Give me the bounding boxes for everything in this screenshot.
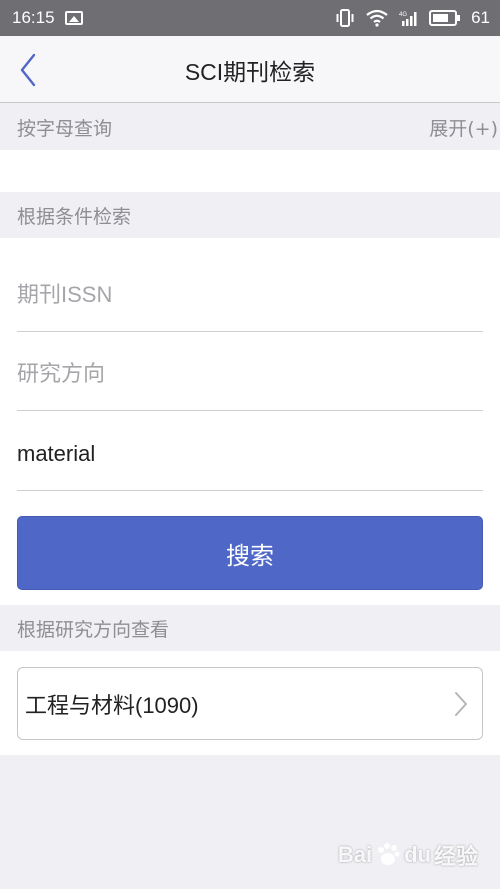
svg-text:4G: 4G <box>399 12 407 18</box>
letter-index-area <box>0 150 500 192</box>
issn-input[interactable] <box>17 253 483 331</box>
keyword-input[interactable] <box>17 412 483 490</box>
expand-button[interactable]: 展开(+) <box>429 114 500 141</box>
research-direction-field-wrap <box>17 332 483 411</box>
battery-icon <box>429 10 461 26</box>
status-bar-right: 4G 61 <box>335 8 490 28</box>
status-time: 16:15 <box>12 8 55 27</box>
baidu-watermark: Bai du 经验 <box>338 839 478 871</box>
chevron-right-icon <box>455 691 467 716</box>
watermark-brand: Bai <box>337 842 373 867</box>
page-title: SCI期刊检索 <box>184 58 316 85</box>
battery-level: 61 <box>471 8 490 27</box>
keyword-field-wrap <box>17 412 483 491</box>
paw-icon <box>378 843 400 865</box>
section-label: 根据研究方向查看 <box>17 618 170 641</box>
research-direction-input[interactable] <box>17 332 483 410</box>
category-label: 工程与材料(1090) <box>25 692 199 718</box>
category-item-engineering-materials[interactable]: 工程与材料(1090) <box>17 667 483 740</box>
vibrate-icon <box>336 9 354 27</box>
nav-bar: SCI期刊检索 <box>0 36 500 103</box>
watermark-brand-suffix: du <box>404 842 431 867</box>
status-bar-left: 16:15 <box>12 8 83 28</box>
search-button[interactable]: 搜索 <box>17 516 483 590</box>
section-label: 按字母查询 <box>17 117 113 140</box>
wifi-icon <box>366 9 388 27</box>
section-by-letter: 按字母查询 展开(+) <box>0 104 500 150</box>
section-label: 根据条件检索 <box>17 205 132 228</box>
back-button[interactable] <box>8 48 48 92</box>
signal-4g-icon: 4G <box>399 12 417 26</box>
chevron-left-icon <box>20 53 36 87</box>
section-by-condition: 根据条件检索 <box>0 192 500 238</box>
section-by-direction: 根据研究方向查看 <box>0 605 500 651</box>
issn-field-wrap <box>17 253 483 332</box>
watermark-tagline: 经验 <box>433 844 478 869</box>
image-icon <box>64 11 83 25</box>
status-bar: 16:15 4G 61 <box>0 0 500 36</box>
